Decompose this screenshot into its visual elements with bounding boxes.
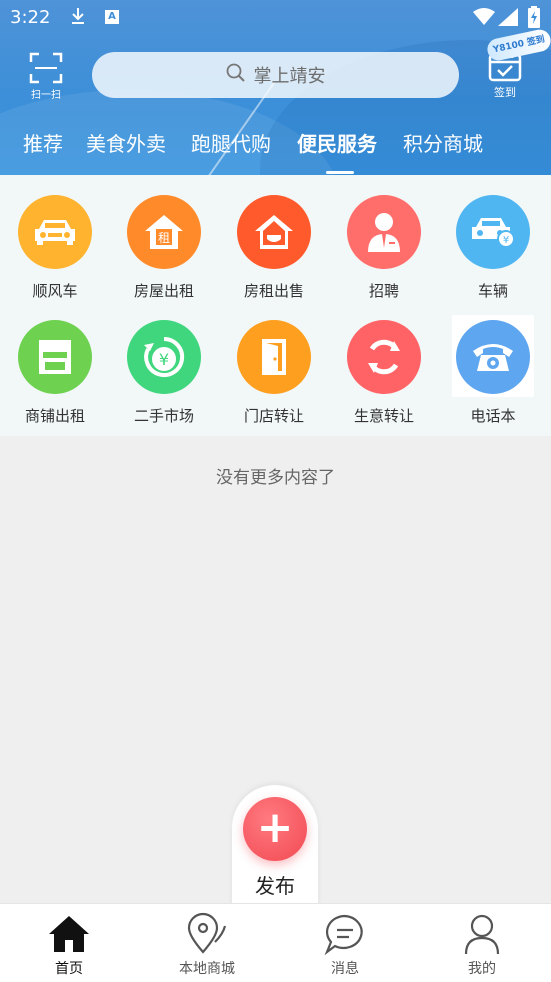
scan-label: 扫一扫	[31, 90, 61, 101]
tab-recommend[interactable]: 推荐	[23, 128, 63, 157]
service-label: 门店转让	[243, 407, 304, 425]
service-vehicles[interactable]: ¥ 车辆	[443, 175, 543, 300]
car-icon	[18, 195, 92, 269]
door-icon	[237, 320, 311, 394]
service-carpool[interactable]: 顺风车	[5, 175, 105, 300]
house-rent-icon: 租	[127, 195, 201, 269]
nav-label: 本地商城	[179, 961, 235, 977]
car-money-icon: ¥	[456, 195, 530, 269]
svg-text:¥: ¥	[159, 350, 169, 369]
wifi-icon	[473, 8, 495, 30]
nav-local-mall[interactable]: 本地商城	[138, 904, 276, 982]
tab-food-delivery[interactable]: 美食外卖	[86, 128, 166, 157]
search-input[interactable]: 掌上靖安	[92, 52, 459, 98]
svg-text:¥: ¥	[503, 235, 509, 246]
service-label: 房租出售	[243, 282, 304, 300]
tab-convenience-services[interactable]: 便民服务	[297, 128, 377, 157]
status-time: 3:22	[10, 7, 51, 28]
house-sale-icon	[237, 195, 311, 269]
home-icon	[47, 912, 91, 956]
user-icon	[460, 912, 504, 956]
service-label: 车辆	[477, 282, 508, 300]
message-bubble-icon	[323, 912, 367, 956]
scan-button[interactable]: 扫一扫	[26, 52, 66, 102]
service-label: 房屋出租	[133, 282, 194, 300]
tab-errand[interactable]: 跑腿代购	[191, 128, 271, 157]
service-label: 二手市场	[133, 407, 194, 425]
tab-points-mall[interactable]: 积分商城	[403, 128, 483, 157]
recruit-person-icon	[347, 195, 421, 269]
service-label: 电话本	[470, 407, 516, 425]
service-second-hand[interactable]: ¥ 二手市场	[114, 300, 214, 425]
a-badge-icon: A	[105, 10, 119, 24]
list-end-text: 没有更多内容了	[216, 468, 335, 488]
service-label: 生意转让	[353, 407, 414, 425]
header: 3:22 A 扫一扫 掌上靖安 签到 Y8100 签到 推荐 美食外卖 跑腿代购…	[0, 0, 551, 175]
category-tabs: 推荐 美食外卖 跑腿代购 便民服务 积分商城	[0, 128, 551, 175]
shop-icon	[18, 320, 92, 394]
nav-label: 消息	[331, 961, 359, 977]
service-shop-rent[interactable]: 商铺出租	[5, 300, 105, 425]
battery-charging-icon	[528, 6, 540, 32]
svg-text:租: 租	[158, 231, 170, 245]
signal-icon	[498, 8, 518, 30]
service-label: 顺风车	[32, 282, 78, 300]
nav-label: 我的	[468, 961, 496, 977]
service-label: 商铺出租	[24, 407, 85, 425]
location-pin-icon	[185, 912, 229, 956]
service-label: 招聘	[368, 282, 399, 300]
status-bar: 3:22 A	[0, 0, 551, 36]
tab-active-indicator	[326, 171, 354, 174]
service-phonebook[interactable]: 电话本	[443, 300, 543, 425]
publish-label: 发布	[255, 874, 295, 898]
nav-label: 首页	[55, 961, 83, 977]
service-house-rent[interactable]: 租 房屋出租	[114, 175, 214, 300]
search-icon	[226, 63, 254, 88]
nav-mine[interactable]: 我的	[413, 904, 551, 982]
service-house-sale[interactable]: 房租出售	[224, 175, 324, 300]
publish-button[interactable]: +	[243, 797, 307, 861]
checkin-label: 签到	[494, 86, 516, 99]
nav-messages[interactable]: 消息	[276, 904, 414, 982]
service-business-transfer[interactable]: 生意转让	[334, 300, 434, 425]
service-store-transfer[interactable]: 门店转让	[224, 300, 324, 425]
yuan-cycle-icon: ¥	[127, 320, 201, 394]
search-placeholder: 掌上靖安	[253, 66, 326, 87]
telephone-icon	[456, 320, 530, 394]
bottom-nav: 首页 本地商城 消息 我的	[0, 903, 551, 982]
download-icon	[70, 6, 86, 31]
nav-home[interactable]: 首页	[0, 904, 138, 982]
refresh-icon	[347, 320, 421, 394]
services-grid: 顺风车 租 房屋出租 房租出售 招聘 ¥ 车辆 商铺出租 ¥ 二手市场 门店转让…	[0, 175, 551, 436]
service-recruit[interactable]: 招聘	[334, 175, 434, 300]
plus-icon: +	[256, 802, 294, 853]
